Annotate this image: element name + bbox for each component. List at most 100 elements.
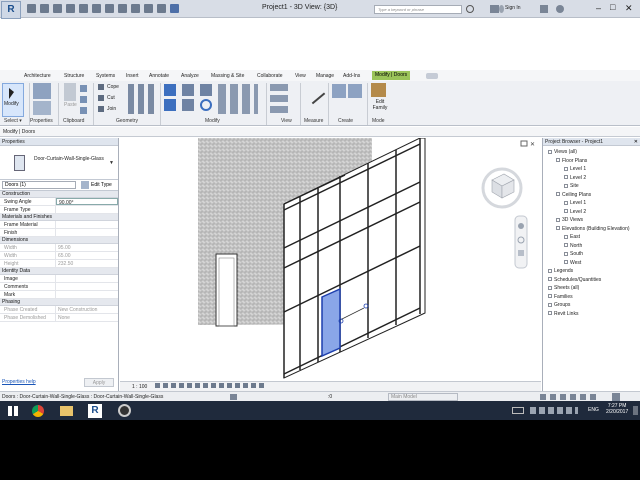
- view-icon[interactable]: [564, 175, 568, 180]
- cut-icon[interactable]: [80, 85, 87, 92]
- prop-value[interactable]: [56, 206, 118, 213]
- join-label[interactable]: Join: [107, 106, 116, 112]
- viewcube-icon[interactable]: [481, 167, 523, 209]
- browser-item[interactable]: West: [564, 260, 581, 266]
- edit-type-button[interactable]: Edit Type: [91, 182, 112, 188]
- view-icon[interactable]: [564, 183, 568, 188]
- section-construction[interactable]: Construction: [0, 191, 118, 198]
- close-view-icon[interactable]: ✕: [530, 142, 535, 148]
- revit-logo[interactable]: R: [1, 1, 21, 19]
- prop-row[interactable]: Mark: [0, 291, 118, 299]
- expand-icon[interactable]: [556, 158, 560, 163]
- help-icon[interactable]: [556, 5, 564, 13]
- close-hidden-icon[interactable]: [157, 4, 166, 13]
- prop-row[interactable]: Image: [0, 275, 118, 283]
- tab-structure[interactable]: Structure: [64, 73, 84, 79]
- mirror-icon[interactable]: [200, 84, 212, 96]
- browser-item[interactable]: East: [564, 234, 580, 240]
- swing-angle-input[interactable]: 90.00°: [56, 198, 118, 205]
- browser-item[interactable]: Groups: [548, 302, 570, 308]
- prop-row[interactable]: Finish: [0, 229, 118, 237]
- ribbon-group-label[interactable]: Select ▾: [4, 118, 22, 124]
- prop-value[interactable]: [56, 275, 118, 282]
- browser-item[interactable]: 3D Views: [556, 217, 583, 223]
- cope-label[interactable]: Cope: [107, 84, 119, 90]
- view-icon[interactable]: [564, 234, 568, 239]
- search-input[interactable]: Type a keyword or phrase: [374, 5, 462, 14]
- properties-help-link[interactable]: Properties help: [2, 379, 36, 385]
- prop-row[interactable]: Comments: [0, 283, 118, 291]
- browser-item[interactable]: Site: [564, 183, 579, 189]
- match-icon[interactable]: [80, 107, 87, 114]
- sign-in-link[interactable]: Sign In: [505, 5, 521, 11]
- expand-icon[interactable]: [548, 285, 552, 290]
- type-properties-icon[interactable]: [33, 83, 51, 99]
- prop-row[interactable]: Frame Material: [0, 221, 118, 229]
- properties-icon[interactable]: [33, 101, 51, 115]
- prop-value[interactable]: [56, 229, 118, 236]
- type-selector[interactable]: Door-Curtain-Wall-Single-Glass ▼: [0, 146, 118, 180]
- tray-icons[interactable]: [530, 407, 578, 414]
- tab-architecture[interactable]: Architecture: [24, 73, 51, 79]
- section-dimensions[interactable]: Dimensions: [0, 237, 118, 244]
- notification-icon[interactable]: [633, 406, 638, 415]
- tab-add-ins[interactable]: Add-Ins: [343, 73, 360, 79]
- browser-item[interactable]: Legends: [548, 268, 573, 274]
- design-options-select[interactable]: Main Model: [388, 393, 458, 401]
- restore-view-icon[interactable]: [520, 140, 528, 147]
- selection-toggle-icons[interactable]: [540, 394, 600, 400]
- modify-button[interactable]: [2, 83, 24, 117]
- undo-icon[interactable]: [53, 4, 62, 13]
- expand-icon[interactable]: [556, 192, 560, 197]
- expand-icon[interactable]: [548, 268, 552, 273]
- selected-door-panel[interactable]: [321, 287, 341, 358]
- measure-icon[interactable]: [92, 4, 101, 13]
- ribbon-group-label[interactable]: Clipboard: [63, 118, 84, 124]
- redo-icon[interactable]: [66, 4, 75, 13]
- switch-windows-icon[interactable]: [170, 4, 179, 13]
- file-explorer-icon[interactable]: [60, 406, 73, 416]
- browser-item[interactable]: Sheets (all): [548, 285, 579, 291]
- browser-item[interactable]: Level 2: [564, 175, 586, 181]
- join-icon[interactable]: [98, 106, 104, 112]
- browser-close-icon[interactable]: ✕: [634, 139, 638, 145]
- exchange-apps-icon[interactable]: [540, 5, 548, 13]
- minimize-icon[interactable]: –: [596, 3, 601, 13]
- obs-icon[interactable]: [118, 404, 131, 417]
- move-icon[interactable]: [164, 99, 176, 111]
- expand-icon[interactable]: [548, 149, 552, 154]
- expand-icon[interactable]: [548, 302, 552, 307]
- section-identity[interactable]: Identity Data: [0, 268, 118, 275]
- windows-start-icon[interactable]: [8, 406, 18, 416]
- 3d-view-icon[interactable]: [118, 4, 127, 13]
- clock[interactable]: 7:27 PM 2/20/2017: [606, 403, 628, 415]
- copy-element-icon[interactable]: [182, 99, 194, 111]
- tab-collaborate[interactable]: Collaborate: [257, 73, 283, 79]
- tab-systems[interactable]: Systems: [96, 73, 115, 79]
- browser-item[interactable]: Level 2: [564, 209, 586, 215]
- browser-item[interactable]: Views (all): [548, 149, 577, 155]
- copy-icon[interactable]: [80, 96, 87, 103]
- section-icon[interactable]: [131, 4, 140, 13]
- section-materials[interactable]: Materials and Finishes: [0, 214, 118, 221]
- view-icon[interactable]: [564, 200, 568, 205]
- revit-taskbar-icon[interactable]: R: [88, 404, 102, 418]
- tab-modify-doors[interactable]: Modify | Doors: [372, 71, 411, 80]
- apply-button[interactable]: Apply: [84, 378, 114, 387]
- viewport-3d[interactable]: ✕: [120, 137, 541, 381]
- view-control-icons[interactable]: [154, 383, 265, 388]
- text-icon[interactable]: [105, 4, 114, 13]
- filter-icon[interactable]: [612, 393, 620, 401]
- browser-item[interactable]: Schedules/Quantities: [548, 277, 601, 283]
- worksets-icon[interactable]: [230, 394, 237, 400]
- expand-icon[interactable]: [548, 311, 552, 316]
- tab-annotate[interactable]: Annotate: [149, 73, 169, 79]
- expand-icon[interactable]: [556, 217, 560, 222]
- open-icon[interactable]: [27, 4, 36, 13]
- scale-label[interactable]: 1 : 100: [132, 384, 147, 390]
- browser-item[interactable]: Elevations (Building Elevation): [556, 226, 630, 232]
- view-icon[interactable]: [564, 251, 568, 256]
- ribbon-group-label[interactable]: Geometry: [116, 118, 138, 124]
- cope-icon[interactable]: [98, 84, 104, 90]
- align-icon[interactable]: [164, 84, 176, 96]
